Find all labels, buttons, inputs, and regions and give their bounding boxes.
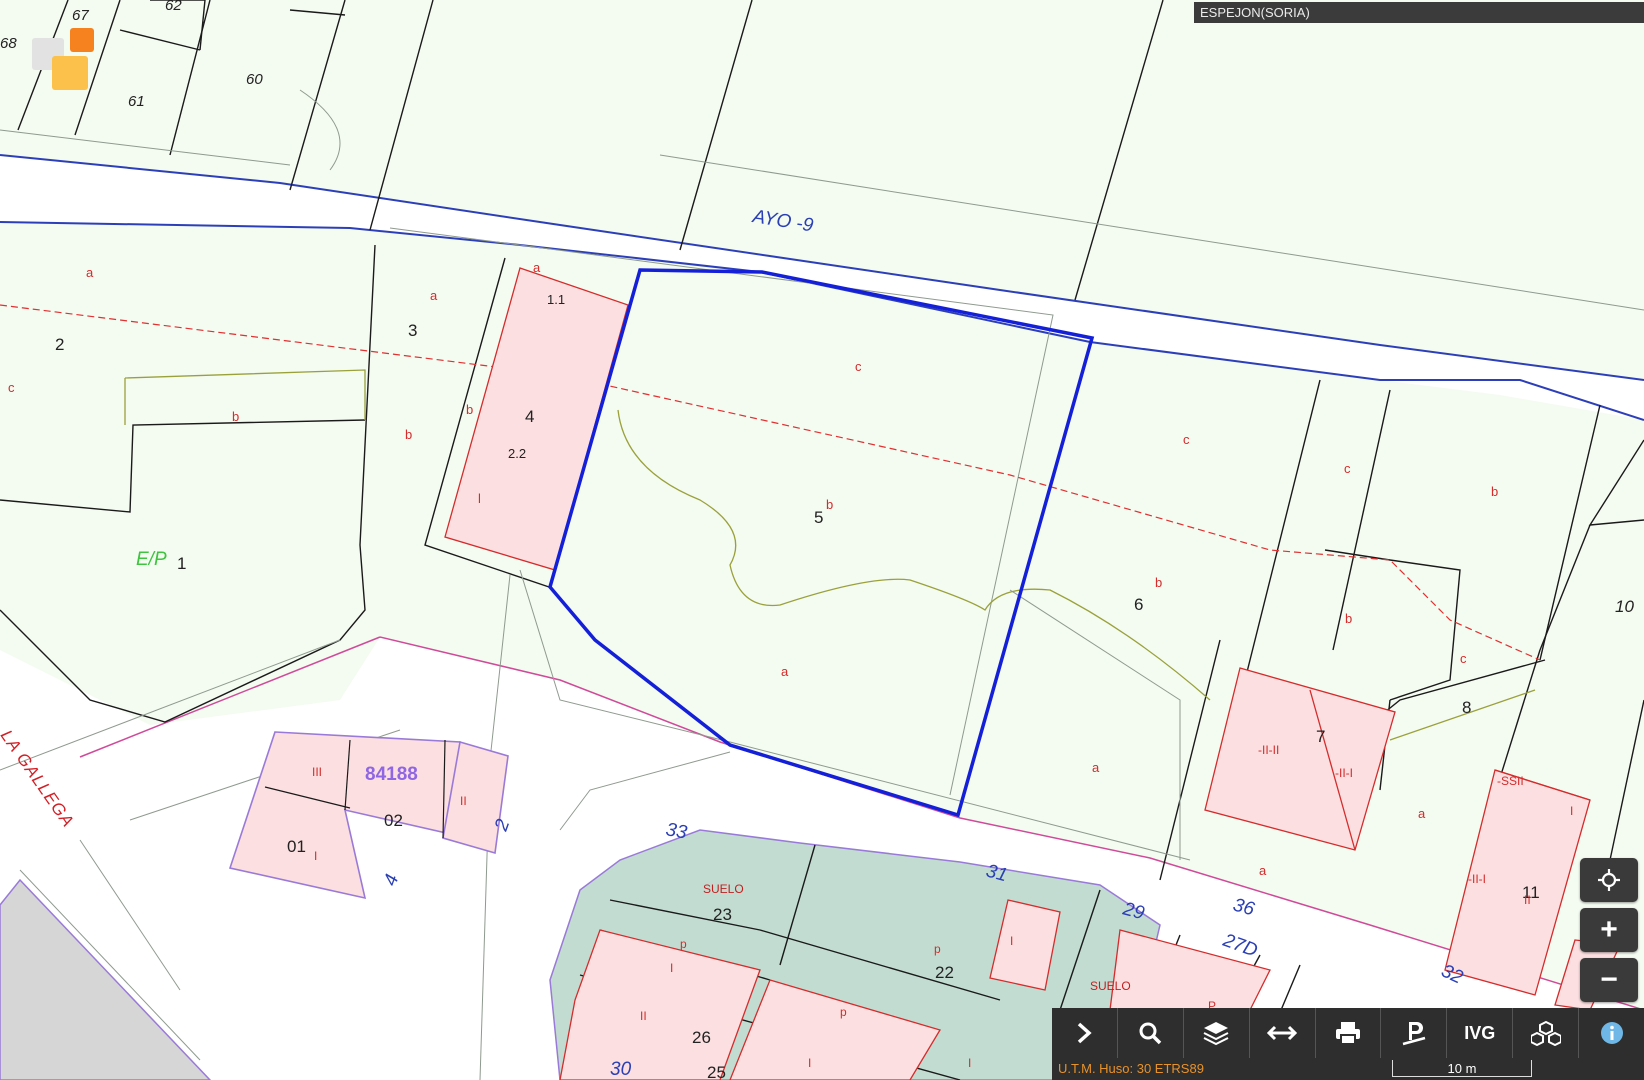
plot-number: 26 (692, 1028, 711, 1047)
subparcel-letter: l (478, 491, 481, 506)
equipment-label: E/P (136, 549, 167, 570)
plot-number: 62 (165, 0, 182, 14)
building-code: p (934, 942, 941, 956)
building-code: I (1570, 804, 1573, 818)
suelo-label: SUELO (703, 882, 744, 896)
plot-number: 3 (408, 321, 417, 340)
subparcel-letter: a (533, 260, 541, 275)
plot-number: 67 (72, 7, 89, 24)
subparcel-letter: b (405, 427, 412, 442)
plot-number: 68 (0, 35, 17, 52)
plot-number: 4 (525, 407, 534, 426)
plot-number: 02 (384, 811, 403, 830)
plot-number: 61 (128, 93, 145, 110)
catastro-logo (32, 28, 94, 90)
building-code: -SSII (1497, 774, 1524, 788)
building-code: I (1010, 934, 1013, 948)
info-icon (1600, 1022, 1623, 1044)
cubes-icon (1530, 1020, 1561, 1046)
suelo-label-2: SUELO (1090, 979, 1131, 993)
location-title: ESPEJON(SORIA) (1194, 2, 1644, 23)
plot-number: 6 (1134, 595, 1143, 614)
block-label: 84188 (365, 764, 418, 785)
building-code: p (840, 1005, 847, 1019)
plot-number-selected: 5 (814, 508, 823, 527)
building-code: -II-I (1335, 766, 1353, 780)
subparcel-letter: c (8, 380, 15, 395)
building-code: p (680, 937, 687, 951)
plot-number: 1 (177, 554, 186, 573)
subparcel-letter: c (855, 359, 862, 374)
ivg-button[interactable]: IVG (1447, 1008, 1514, 1058)
building-code: I (670, 961, 673, 975)
subparcel-letter: b (1345, 611, 1352, 626)
street-number: 30 (610, 1059, 632, 1080)
building-number: 1.1 (547, 292, 565, 307)
plot-number: 25 (707, 1063, 726, 1080)
measure-icon (1267, 1025, 1298, 1041)
parking-button[interactable] (1381, 1008, 1448, 1058)
locate-button[interactable] (1580, 858, 1638, 902)
building-code: I (808, 1056, 811, 1070)
plot-number: 7 (1316, 727, 1325, 746)
cubes-button[interactable] (1513, 1008, 1580, 1058)
search-button[interactable] (1118, 1008, 1184, 1058)
print-icon (1336, 1022, 1360, 1045)
plot-number: 2 (55, 335, 64, 354)
cadastral-map[interactable]: AYO -9 LA GALLEGA 84188 E/P SUELO SUELO … (0, 0, 1644, 1080)
subparcel-letter: b (466, 402, 473, 417)
plot-number: 8 (1462, 698, 1471, 717)
building-code: I (314, 849, 317, 863)
subparcel-letter: b (232, 409, 239, 424)
building-code: -II-I (1468, 872, 1486, 886)
building-code: I (968, 1056, 971, 1070)
subparcel-letter: a (1259, 863, 1267, 878)
ivg-label: IVG (1464, 1022, 1496, 1043)
building-code: II (460, 794, 467, 808)
measure-button[interactable] (1250, 1008, 1316, 1058)
subparcel-letter: c (1344, 461, 1351, 476)
subparcel-letter: b (1155, 575, 1162, 590)
subparcel-letter: a (1092, 760, 1100, 775)
subparcel-letter: b (1491, 484, 1498, 499)
search-icon (1139, 1022, 1162, 1045)
plot-number: 60 (246, 71, 263, 88)
expand-button[interactable] (1052, 1008, 1118, 1058)
crosshair-icon (1598, 869, 1620, 891)
scale-bar: 10 m (1392, 1060, 1532, 1077)
info-button[interactable] (1579, 1008, 1644, 1058)
zoom-in-button[interactable]: + (1580, 908, 1638, 952)
building-code: III (312, 765, 322, 779)
layers-button[interactable] (1184, 1008, 1250, 1058)
map-toolbar: IVG (1052, 1008, 1644, 1058)
subparcel-letter: a (86, 265, 94, 280)
subparcel-letter: b (826, 497, 833, 512)
building-code: II (640, 1009, 647, 1023)
subparcel-letter: c (1183, 432, 1190, 447)
plot-number: 23 (713, 905, 732, 924)
building-number: 2.2 (508, 446, 526, 461)
plot-number: 10 (1615, 597, 1634, 616)
plot-number: 22 (935, 963, 954, 982)
subparcel-letter: a (1418, 806, 1426, 821)
building-code: -II-II (1258, 743, 1279, 757)
zoom-out-button[interactable]: − (1580, 958, 1638, 1002)
layers-icon (1203, 1022, 1229, 1046)
parking-icon (1402, 1022, 1426, 1046)
coordinate-system: U.T.M. Huso: 30 ETRS89 (1058, 1061, 1204, 1076)
plot-number: 01 (287, 837, 306, 856)
subparcel-letter: a (430, 288, 438, 303)
subparcel-letter: a (781, 664, 789, 679)
building-code: II (1524, 893, 1531, 907)
street-number: 33 (664, 819, 689, 843)
print-button[interactable] (1316, 1008, 1382, 1058)
chevron-right-icon (1078, 1022, 1093, 1044)
subparcel-letter: c (1460, 651, 1467, 666)
status-bar: U.T.M. Huso: 30 ETRS89 10 m (1052, 1058, 1644, 1080)
